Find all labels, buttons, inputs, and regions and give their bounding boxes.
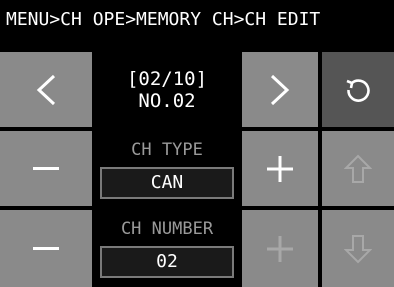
channel-name: NO.02 xyxy=(138,89,196,112)
arrow-up-icon xyxy=(344,154,372,183)
prev-channel-button[interactable] xyxy=(0,52,92,127)
next-channel-button[interactable] xyxy=(242,52,318,127)
scroll-up-button[interactable] xyxy=(322,131,394,206)
minus-icon xyxy=(33,166,59,170)
minus-icon xyxy=(33,246,59,250)
ch-number-label: CH NUMBER xyxy=(120,219,214,239)
breadcrumb: MENU>CH OPE>MEMORY CH>CH EDIT xyxy=(0,0,394,40)
ch-number-minus-button[interactable] xyxy=(0,210,92,287)
chevron-left-icon xyxy=(36,74,56,105)
channel-info: [02/10] NO.02 xyxy=(96,52,238,127)
ch-type-minus-button[interactable] xyxy=(0,131,92,206)
ch-number-field: CH NUMBER 02 xyxy=(96,210,238,287)
channel-page-indicator: [02/10] xyxy=(126,67,208,90)
arrow-down-icon xyxy=(344,234,372,263)
plus-icon xyxy=(267,155,293,182)
scroll-down-button[interactable] xyxy=(322,210,394,287)
ch-type-field: CH TYPE CAN xyxy=(96,131,238,206)
rotate-ccw-icon xyxy=(346,78,370,102)
chevron-right-icon xyxy=(270,74,290,105)
ch-type-plus-button[interactable] xyxy=(242,131,318,206)
ch-number-value[interactable]: 02 xyxy=(100,246,234,278)
ch-type-value[interactable]: CAN xyxy=(100,167,234,199)
reset-button[interactable] xyxy=(322,52,394,127)
ch-number-plus-button[interactable] xyxy=(242,210,318,287)
plus-icon xyxy=(267,235,293,262)
ch-type-label: CH TYPE xyxy=(131,140,203,160)
